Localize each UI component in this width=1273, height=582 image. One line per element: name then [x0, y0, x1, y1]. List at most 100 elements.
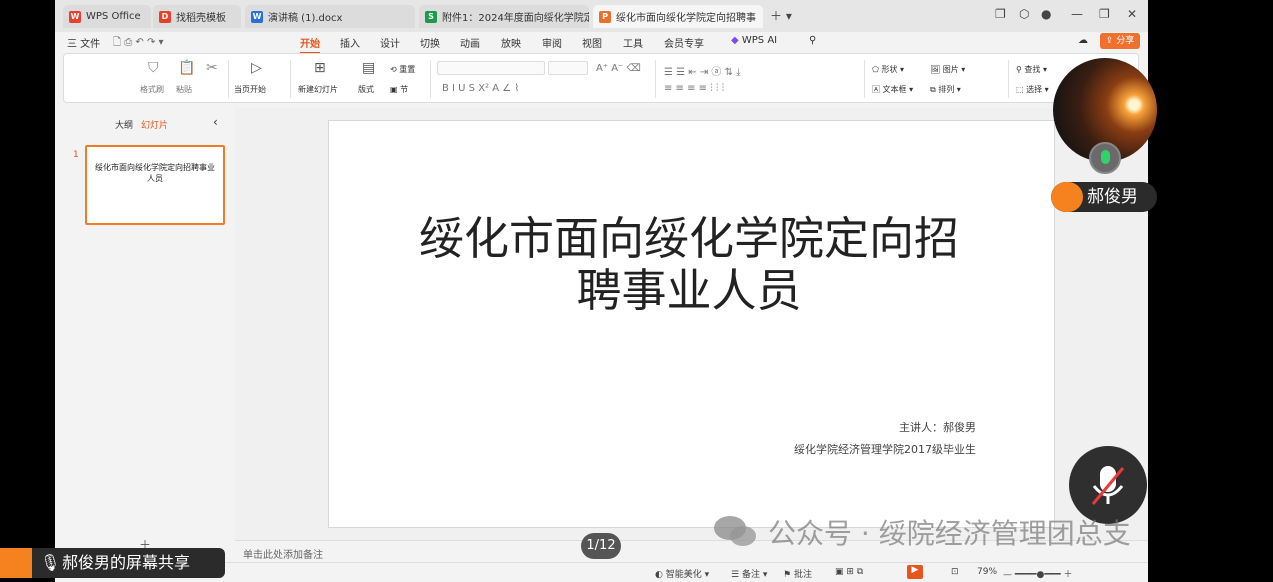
slide-title-line-1: 绥化市面向绥化学院定向招	[418, 212, 959, 265]
tab-speech-docx[interactable]: W 演讲稿 (1).docx	[245, 5, 415, 28]
comments-button[interactable]: ⚑ 批注	[783, 567, 812, 580]
format-painter-icon[interactable]: ⛉	[148, 60, 159, 76]
watermark-text: 公众号 · 绥院经济管理团总支	[768, 517, 1131, 550]
microphone-active-icon	[1089, 142, 1121, 174]
shape-button[interactable]: ⬠ 形状 ▾	[872, 64, 904, 75]
affiliation-text[interactable]: 绥化学院经济管理学院2017级毕业生	[794, 441, 976, 457]
beautify-icon: ◐	[655, 570, 666, 580]
section-button[interactable]: ▣ 节	[390, 84, 408, 95]
user-avatar-icon	[1051, 182, 1083, 212]
new-slide-icon[interactable]: ⊞	[314, 60, 326, 76]
cube-icon[interactable]: ⬡	[1019, 7, 1029, 21]
wps-logo-icon: W	[69, 10, 81, 23]
tab-slides[interactable]: 幻灯片	[141, 118, 168, 131]
zoom-level[interactable]: 79%	[977, 567, 997, 577]
close-tab-icon[interactable]: ✕	[762, 11, 763, 22]
screen-share-viewer: W WPS Office D 找稻壳模板 W 演讲稿 (1).docx S 附件…	[0, 0, 1273, 582]
speaker-text[interactable]: 主讲人：郝俊男	[899, 419, 976, 435]
ribbon-divider	[290, 60, 291, 98]
text-style-icons[interactable]: B I U S X² A ∠ ⌇	[442, 83, 519, 94]
new-slide-button[interactable]: 新建幻灯片	[298, 84, 338, 95]
ribbon-divider	[1008, 60, 1009, 98]
beautify-button[interactable]: ◐ 智能美化 ▾	[655, 567, 709, 580]
view-mode-icons[interactable]: ▣ ⊞ ⧉	[835, 567, 863, 577]
select-button[interactable]: ⬚ 选择 ▾	[1016, 84, 1049, 95]
font-size-select[interactable]	[548, 61, 588, 75]
paste-icon[interactable]: 📋	[178, 60, 195, 76]
slide-canvas-area: 绥化市面向绥化学院定向招 聘事业人员 主讲人：郝俊男 绥化学院经济管理学院201…	[235, 108, 1148, 540]
cloud-sync-icon[interactable]: ☁	[1078, 35, 1088, 46]
menu-review[interactable]: 审阅	[542, 35, 562, 50]
wps-window: W WPS Office D 找稻壳模板 W 演讲稿 (1).docx S 附件…	[55, 0, 1148, 582]
slideshow-play-icon[interactable]: ▶	[907, 565, 923, 579]
tab-attachment-sheet[interactable]: S 附件1：2024年度面向绥化学院定向招	[419, 5, 589, 28]
font-size-controls-icon[interactable]: A⁺ A⁻ ⌫	[596, 63, 641, 74]
menu-view[interactable]: 视图	[582, 35, 602, 50]
presentation-icon: P	[599, 10, 611, 23]
layout-icon[interactable]: ▤	[362, 60, 375, 76]
fit-window-icon[interactable]: ⊡	[951, 567, 959, 577]
user-avatar-icon	[0, 548, 32, 578]
zoom-slider[interactable]: — ━━━━●━━━ ＋	[1003, 567, 1073, 580]
ribbon-divider	[430, 60, 431, 98]
menu-tools[interactable]: 工具	[623, 35, 643, 50]
slide-title[interactable]: 绥化市面向绥化学院定向招 聘事业人员	[389, 213, 989, 317]
menu-animation[interactable]: 动画	[460, 35, 480, 50]
maximize-icon[interactable]: ❐	[1099, 7, 1110, 21]
menu-bar: 三 文件 🗋 ⎙ ↶ ↷ ▾ 开始 插入 设计 切换 动画 放映 审阅 视图 工…	[55, 32, 1148, 54]
share-icon: ⇪	[1105, 36, 1117, 46]
menu-insert[interactable]: 插入	[340, 35, 360, 50]
font-family-select[interactable]	[437, 61, 545, 75]
textbox-icon: 🄰	[872, 85, 883, 94]
collapse-panel-icon[interactable]: ‹	[213, 115, 218, 129]
minimize-icon[interactable]: —	[1071, 7, 1083, 21]
list-icons[interactable]: ☰ ☰ ⇤ ⇥ ⓐ ⇅ ⤓	[664, 63, 741, 78]
slide-thumbnail[interactable]: 绥化市面向绥化学院定向招聘事业人员	[85, 145, 225, 225]
menu-member[interactable]: 会员专享	[664, 35, 704, 50]
thumbnail-title: 绥化市面向绥化学院定向招聘事业人员	[95, 163, 215, 183]
comment-icon: ⚑	[783, 570, 794, 580]
menu-file[interactable]: 三 文件	[67, 35, 100, 50]
slide-canvas[interactable]: 绥化市面向绥化学院定向招 聘事业人员 主讲人：郝俊男 绥化学院经济管理学院201…	[328, 120, 1055, 528]
tab-docer-templates[interactable]: D 找稻壳模板	[153, 5, 241, 28]
start-current-button[interactable]: 当页开始	[234, 84, 266, 95]
close-window-icon[interactable]: ✕	[1127, 7, 1137, 21]
arrange-button[interactable]: ⧉ 排列 ▾	[930, 84, 961, 95]
align-icons[interactable]: ≡ ≡ ≡ ≡ ⫶ ⫶ ⫶	[664, 83, 724, 94]
image-button[interactable]: 🖼 图片 ▾	[930, 64, 965, 75]
wechat-logo-icon	[714, 516, 756, 546]
spreadsheet-icon: S	[425, 10, 437, 23]
search-icon[interactable]: ⚲	[809, 35, 816, 46]
reset-button[interactable]: ⟲ 重置	[390, 64, 415, 75]
notes-toggle-button[interactable]: ☰ 备注 ▾	[731, 567, 767, 580]
quick-access-icons[interactable]: 🗋 ⎙ ↶ ↷ ▾	[113, 35, 164, 52]
format-painter-button[interactable]: 格式刷	[140, 84, 164, 95]
avatar[interactable]: ●	[1041, 7, 1051, 21]
menu-design[interactable]: 设计	[380, 35, 400, 50]
menu-slideshow[interactable]: 放映	[501, 35, 521, 50]
menu-transition[interactable]: 切换	[420, 35, 440, 50]
menu-home[interactable]: 开始	[300, 35, 320, 54]
menu-wps-ai[interactable]: ◆ WPS AI	[731, 35, 777, 46]
textbox-button[interactable]: 🄰 文本框 ▾	[872, 84, 913, 95]
reset-icon: ⟲	[390, 65, 400, 74]
ribbon-divider	[228, 60, 229, 98]
paste-button[interactable]: 粘贴	[176, 84, 192, 95]
tab-outline[interactable]: 大纲	[115, 118, 133, 131]
new-tab-icon[interactable]: ＋ ▾	[770, 7, 792, 24]
share-button[interactable]: ⇪ 分享	[1100, 33, 1140, 49]
wps-ai-icon: ◆	[731, 35, 742, 46]
docer-icon: D	[159, 10, 171, 23]
play-icon[interactable]: ▷	[251, 60, 262, 76]
tab-wps-office[interactable]: W WPS Office	[63, 5, 151, 28]
tab-presentation-active[interactable]: P 绥化市面向绥化学院定向招聘事 ✕	[593, 5, 763, 28]
layout-button[interactable]: 版式	[358, 84, 374, 95]
cut-icon[interactable]: ✂	[206, 60, 218, 76]
screen-share-banner: 🎙 郝俊男的屏幕共享	[0, 548, 225, 578]
window-restore-icon[interactable]: ❐	[995, 7, 1006, 21]
find-button[interactable]: ⚲ 查找 ▾	[1016, 64, 1047, 75]
select-icon: ⬚	[1016, 85, 1027, 94]
title-bar: W WPS Office D 找稻壳模板 W 演讲稿 (1).docx S 附件…	[55, 0, 1148, 32]
shape-icon: ⬠	[872, 65, 882, 74]
ribbon-divider	[864, 60, 865, 98]
